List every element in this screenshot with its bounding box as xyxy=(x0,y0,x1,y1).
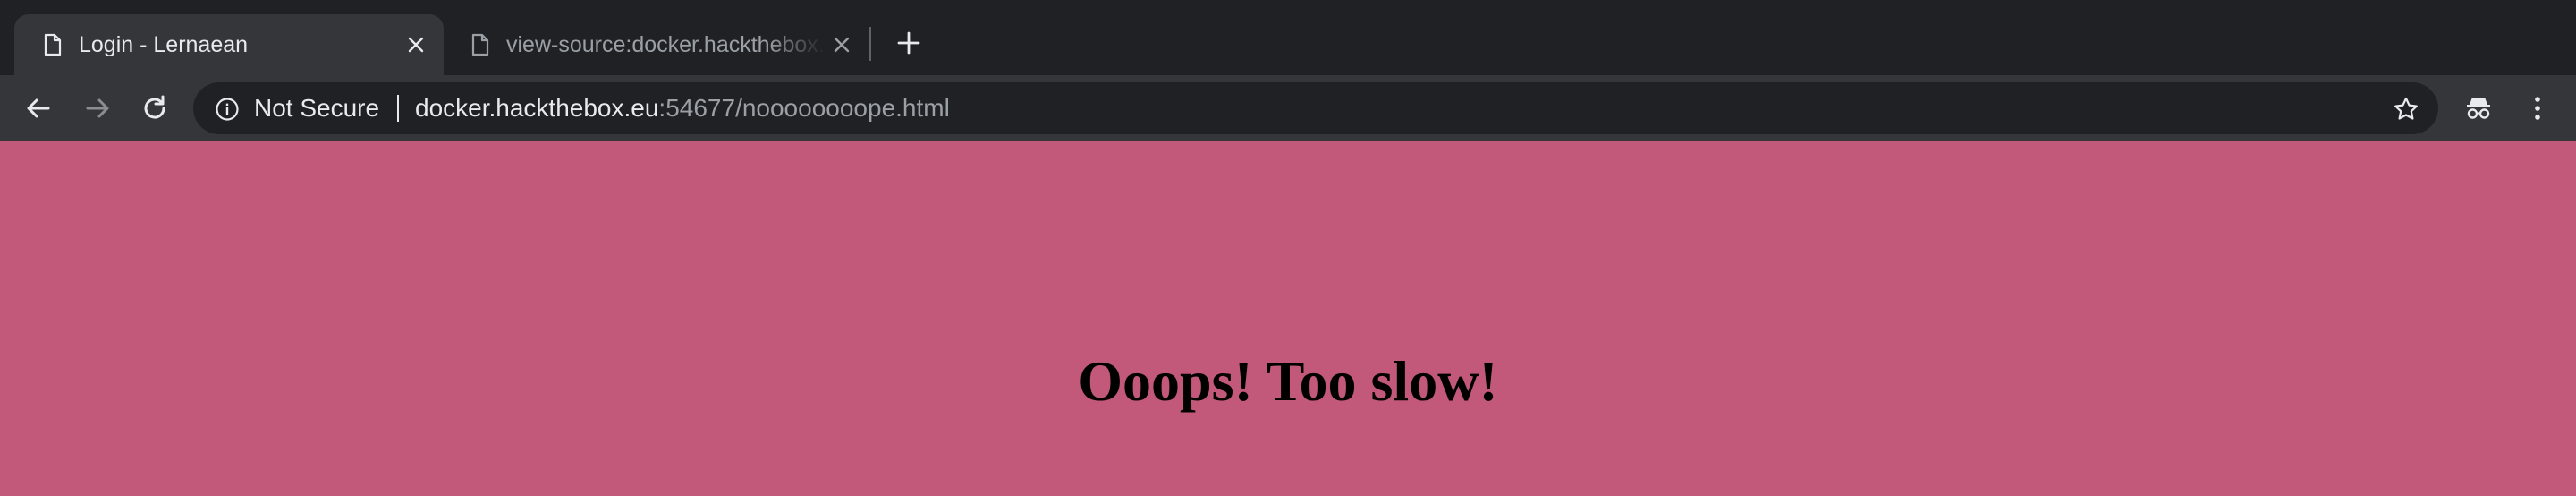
page-viewport: Ooops! Too slow! xyxy=(0,141,2576,496)
kebab-menu-icon[interactable] xyxy=(2521,91,2555,125)
url-text[interactable]: docker.hackthebox.eu:54677/noooooooope.h… xyxy=(415,93,950,124)
omnibox-divider xyxy=(397,95,399,122)
back-arrow-icon[interactable] xyxy=(21,91,55,125)
tab-view-source[interactable]: view-source:docker.hackthebox.eu:54677/n… xyxy=(447,14,873,75)
url-path: :54677/noooooooope.html xyxy=(658,94,950,122)
plus-icon[interactable] xyxy=(891,25,927,61)
tab-title: view-source:docker.hackthebox.eu:54677/n… xyxy=(506,32,825,57)
info-icon[interactable] xyxy=(215,97,240,122)
close-icon[interactable] xyxy=(830,33,853,56)
tab-separator xyxy=(869,27,871,61)
tab-strip: Login - Lernaean view-source:docker.hack… xyxy=(0,0,2576,75)
address-bar[interactable]: Not Secure docker.hackthebox.eu:54677/no… xyxy=(193,82,2438,134)
url-host: docker.hackthebox.eu xyxy=(415,94,659,122)
reload-icon[interactable] xyxy=(138,91,172,125)
tab-login-lernaean[interactable]: Login - Lernaean xyxy=(14,14,444,75)
page-heading: Ooops! Too slow! xyxy=(1078,349,1498,413)
incognito-icon[interactable] xyxy=(2462,91,2496,125)
document-icon xyxy=(467,32,492,57)
close-icon[interactable] xyxy=(404,33,428,56)
browser-window: Login - Lernaean view-source:docker.hack… xyxy=(0,0,2576,496)
security-indicator[interactable]: Not Secure xyxy=(254,93,379,124)
browser-toolbar: Not Secure docker.hackthebox.eu:54677/no… xyxy=(0,75,2576,141)
document-icon xyxy=(39,32,64,57)
star-icon[interactable] xyxy=(2392,95,2420,124)
tab-title: Login - Lernaean xyxy=(79,32,249,57)
forward-arrow-icon[interactable] xyxy=(80,91,114,125)
